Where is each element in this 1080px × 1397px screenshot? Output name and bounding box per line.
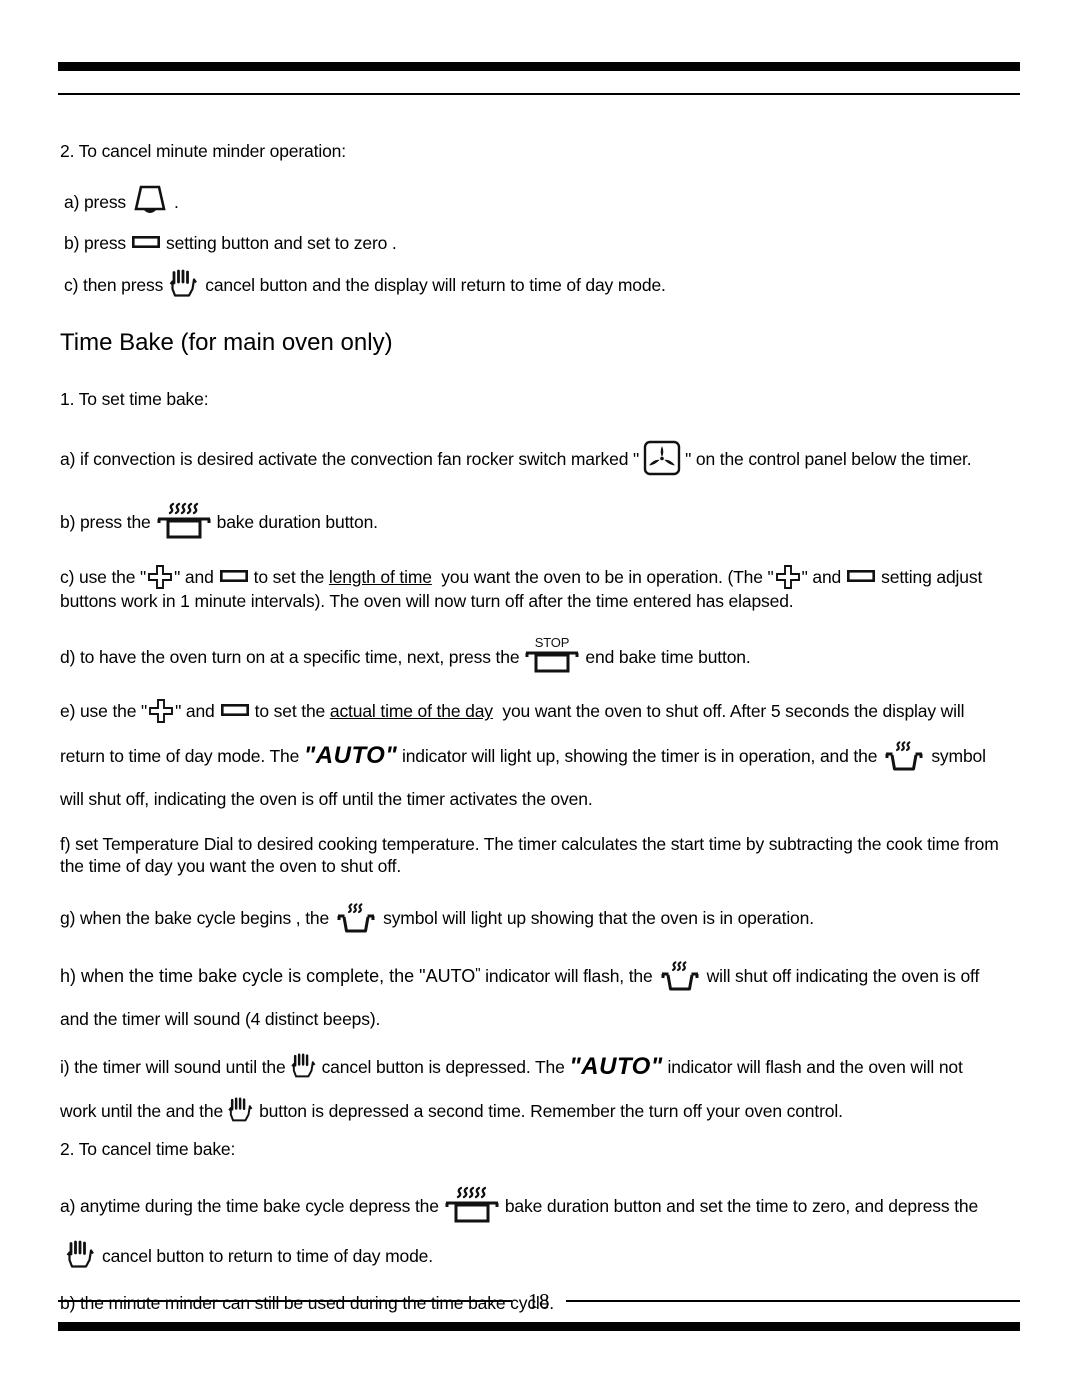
page-number: 18: [528, 1288, 550, 1313]
step-h-text-2: ": [475, 964, 481, 982]
minus-setting-icon: [220, 704, 249, 717]
step-f-line1: f) set Temperature Dial to desired cooki…: [60, 833, 999, 854]
step-e-text-4: you want the oven to shut off. After 5 s…: [502, 701, 965, 722]
step-c-text-5: " and: [801, 566, 842, 587]
step-e-text-3: to set the: [254, 701, 326, 722]
step-i-text-2: cancel button is depressed. The: [321, 1056, 565, 1077]
step-c-text-4: you want the oven to be in operation. (T…: [441, 566, 774, 587]
step-c-line2: buttons work in 1 minute intervals). The…: [60, 590, 794, 611]
step-a-text-pre: a) anytime during the time bake cycle de…: [60, 1196, 439, 1217]
step-a-text-pre: a) press: [64, 192, 127, 213]
bell-icon: [130, 184, 170, 218]
cancel-minute-minder-heading: 2. To cancel minute minder operation:: [60, 141, 346, 161]
footer-page-rule: 18: [58, 1290, 1020, 1312]
auto-indicator-label: "AUTO": [569, 1052, 663, 1080]
time-bake-step-c: c) use the " " and to set the length of ti…: [60, 564, 1022, 612]
step-e-line3: will shut off, indicating the oven is of…: [60, 789, 593, 810]
minus-setting-icon: [219, 569, 248, 582]
time-bake-step-i: i) the timer will sound until the cancel …: [60, 1052, 1022, 1124]
stop-pan-icon: STOP: [523, 634, 581, 676]
time-bake-step-b: b) press the bake duration button.: [60, 498, 1022, 542]
hand-cancel-icon: [289, 1053, 319, 1080]
step-c-text-3: to set the: [253, 566, 325, 587]
step-c-text-post: cancel button and the display will retur…: [205, 274, 666, 295]
time-bake-step-g: g) when the bake cycle begins , the symb…: [60, 900, 1022, 936]
step-h-text-4: will shut off indicating the oven is off: [706, 965, 980, 986]
time-bake-step-e: e) use the " " and to set the actual time …: [60, 698, 1022, 810]
manual-page: 2. To cancel minute minder operation: a)…: [0, 0, 1080, 1397]
step-d-text-pre: d) to have the oven turn on at a specifi…: [60, 647, 520, 668]
step-c-text-1: c) use the ": [60, 566, 147, 587]
convection-fan-icon: [642, 440, 682, 476]
step-c-text-pre: c) then press: [64, 274, 164, 295]
step-b-text-pre: b) press the: [60, 511, 151, 532]
footer-thick-rule: [58, 1322, 1020, 1331]
plus-setting-icon: [147, 564, 173, 590]
step-c-text-2: " and: [174, 566, 214, 587]
step-h-text-1: h) when the time bake cycle is complete,…: [60, 965, 476, 986]
cancel-time-bake-heading: 2. To cancel time bake:: [60, 1138, 236, 1159]
step-b-text-pre: b) press: [64, 233, 127, 254]
step-e-line2-b: indicator will light up, showing the tim…: [401, 746, 878, 767]
step-a-line2: cancel button to return to time of day m…: [102, 1246, 433, 1267]
oven-heat-pan-icon: [881, 738, 927, 774]
time-bake-step-f: f) set Temperature Dial to desired cooki…: [60, 833, 1022, 878]
minus-setting-icon: [132, 236, 161, 249]
step-i-text-3: indicator will flash and the oven will n…: [667, 1056, 963, 1077]
header-thick-rule: [58, 62, 1020, 71]
step-h-line2: and the timer will sound (4 distinct bee…: [60, 1008, 381, 1029]
cancel-minute-minder-step-c: c) then press cancel button and the displ…: [60, 269, 1022, 299]
header-thin-rule: [58, 93, 1020, 95]
oven-heat-pan-icon: [657, 958, 703, 994]
cancel-minute-minder-step-a: a) press.: [60, 184, 1022, 218]
step-c-text-6: setting adjust: [881, 566, 983, 587]
step-g-text-pre: g) when the bake cycle begins , the: [60, 907, 330, 928]
time-bake-step-a: a) if convection is desired activate the…: [60, 440, 1022, 476]
step-d-text-post: end bake time button.: [585, 647, 751, 668]
cancel-minute-minder-step-b: b) press setting button and set to zero .: [60, 232, 1022, 254]
footer-rule-left: [58, 1300, 512, 1302]
oven-heat-pan-icon: [333, 900, 379, 936]
cancel-time-bake-step-a: a) anytime during the time bake cycle de…: [60, 1182, 1022, 1270]
svg-text:STOP: STOP: [535, 635, 570, 650]
step-i-line2-b: button is depressed a second time. Remem…: [259, 1100, 843, 1121]
step-b-text-post: setting button and set to zero .: [166, 233, 397, 254]
plus-setting-icon: [775, 564, 801, 590]
page-content: 2. To cancel minute minder operation: a)…: [60, 140, 1022, 1314]
step-b-text-post: bake duration button.: [216, 511, 378, 532]
step-h-text-3: indicator will flash, the: [485, 965, 653, 986]
set-time-bake-heading: 1. To set time bake:: [60, 388, 209, 409]
step-e-text-2: " and: [175, 701, 215, 722]
minus-setting-icon: [847, 569, 876, 582]
step-f-line2: the time of day you want the oven to shu…: [60, 856, 402, 877]
footer-rule-right: [566, 1300, 1020, 1302]
step-a-text-pre: a) if convection is desired activate the…: [60, 448, 640, 469]
step-i-line2-a: work until the and the: [60, 1100, 224, 1121]
hand-cancel-icon: [64, 1240, 98, 1270]
step-c-underlined-phrase: length of time: [328, 566, 432, 587]
time-bake-step-h: h) when the time bake cycle is complete,…: [60, 958, 1022, 1030]
time-bake-step-d: d) to have the oven turn on at a specifi…: [60, 634, 1022, 676]
step-i-text-1: i) the timer will sound until the: [60, 1056, 286, 1077]
hand-cancel-icon: [167, 269, 201, 299]
step-a-text-post: .: [174, 192, 179, 213]
auto-indicator-label: "AUTO": [303, 742, 398, 770]
page-title: Time Bake (for main oven only): [60, 328, 393, 356]
hand-cancel-icon: [226, 1097, 256, 1124]
step-g-text-post: symbol will light up showing that the ov…: [383, 907, 814, 928]
step-e-underlined-phrase: actual time of the day: [329, 701, 493, 722]
step-e-text-1: e) use the ": [60, 701, 148, 722]
step-a-text-post: " on the control panel below the timer.: [685, 448, 972, 469]
bake-duration-pan-icon: [155, 498, 213, 542]
step-e-line2-a: return to time of day mode. The: [60, 746, 300, 767]
bake-duration-pan-icon: [443, 1182, 501, 1226]
step-e-line2-c: symbol: [931, 746, 986, 767]
step-a-text-mid: bake duration button and set the time to…: [504, 1196, 979, 1217]
plus-setting-icon: [148, 698, 174, 724]
